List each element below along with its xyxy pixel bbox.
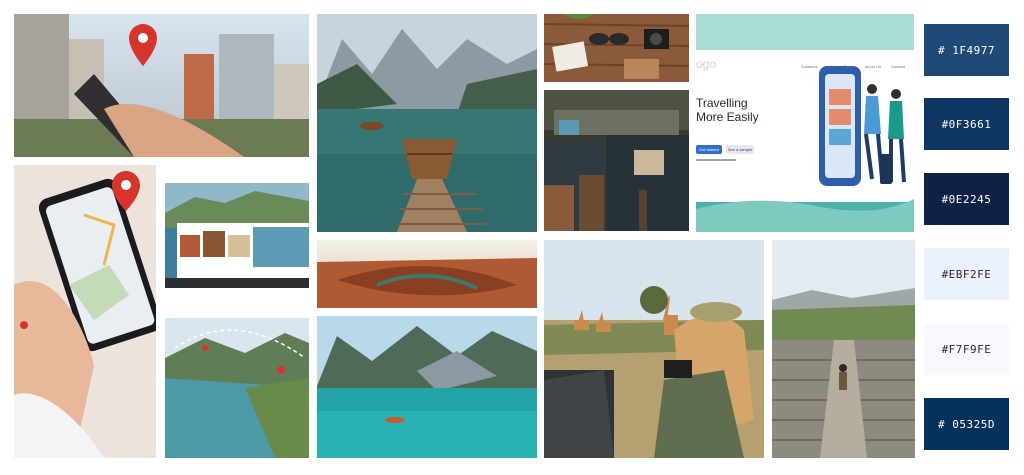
photo-canyon-horseshoe: [317, 240, 537, 308]
photo-coast-website-overlay: [165, 183, 309, 288]
swatch-hex-label: # 1F4977: [938, 43, 995, 57]
mockup-nav-item[interactable]: Solutions: [801, 64, 817, 69]
mockup-nav-item[interactable]: Contact: [891, 64, 905, 69]
mockup-see-sample-button[interactable]: See a sample: [726, 145, 754, 154]
palette-swatch: #F7F9FE: [924, 323, 1009, 375]
photo-mountain-lake-boat: [317, 14, 537, 232]
swatch-hex-label: #0F3661: [941, 117, 992, 131]
website-mockup: ogo Solutions API Demo About Us Contact …: [696, 14, 914, 232]
photo-vintage-suitcases: [544, 90, 689, 231]
palette-swatch: #0F3661: [924, 98, 1009, 150]
photo-ancient-theater: [772, 240, 915, 458]
palette-swatch: #EBF2FE: [924, 248, 1009, 300]
photo-travel-flatlay: [544, 14, 689, 82]
mockup-headline-line1: Travelling: [696, 96, 748, 110]
swatch-hex-label: #0E2245: [941, 192, 992, 206]
photo-phone-map: [14, 165, 156, 458]
mockup-get-started-button[interactable]: Get started: [696, 145, 722, 154]
swatch-hex-label: # 05325D: [938, 417, 995, 431]
mockup-nav-item[interactable]: Demo: [844, 64, 855, 69]
mockup-nav-item[interactable]: API: [827, 64, 833, 69]
palette-swatch: # 05325D: [924, 398, 1009, 450]
mockup-headline-line2: More Easily: [696, 110, 759, 124]
mockup-logo-text: ogo: [696, 57, 717, 71]
swatch-hex-label: #EBF2FE: [941, 267, 992, 281]
mockup-nav: Solutions API Demo About Us Contact: [801, 64, 905, 69]
photo-lake-flight-route: [165, 318, 309, 458]
photo-safari-giraffes: [544, 240, 764, 458]
photo-city-phone-pin: [14, 14, 309, 157]
mockup-nav-item[interactable]: About Us: [865, 64, 881, 69]
palette-swatch: # 1F4977: [924, 24, 1009, 76]
swatch-hex-label: #F7F9FE: [941, 342, 992, 356]
photo-turquoise-lake-boat: [317, 316, 537, 458]
palette-swatch: #0E2245: [924, 173, 1009, 225]
mockup-headline: Travelling More Easily: [696, 96, 759, 124]
